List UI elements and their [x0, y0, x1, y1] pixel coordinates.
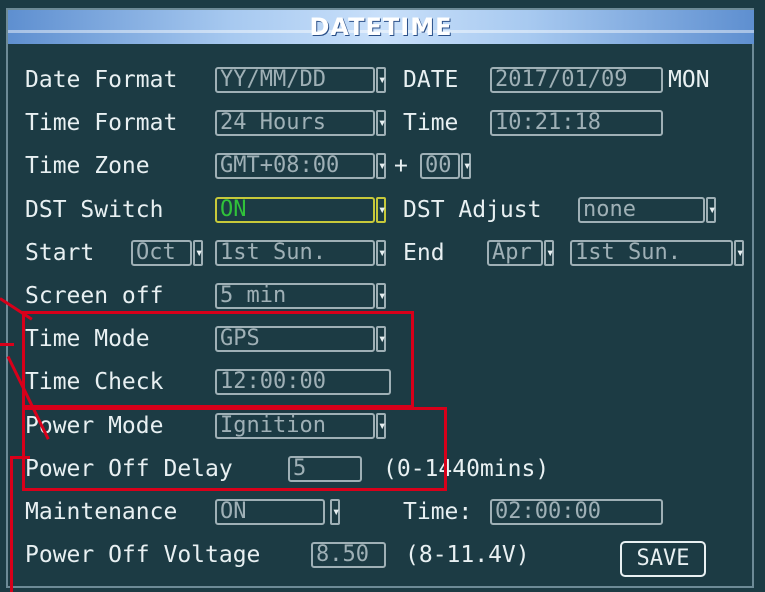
date-label: DATE — [403, 67, 459, 93]
time-field[interactable]: 10:21:18 — [490, 110, 663, 136]
maintenance-dropdown-arrow-icon[interactable]: ▾ — [330, 499, 340, 525]
dst-start-month-select[interactable]: Oct — [131, 240, 192, 266]
dst-adjust-dropdown-arrow-icon[interactable]: ▾ — [706, 197, 716, 223]
time-zone-dropdown-arrow-icon[interactable]: ▾ — [376, 153, 386, 179]
time-format-select[interactable]: 24 Hours — [215, 110, 375, 136]
annotation-box-time-settings — [22, 311, 414, 408]
date-field[interactable]: 2017/01/09 — [490, 67, 663, 93]
screen-off-select[interactable]: 5 min — [215, 283, 375, 309]
dst-end-week-dropdown-arrow-icon[interactable]: ▾ — [734, 240, 744, 266]
dst-end-label: End — [403, 240, 445, 266]
maintenance-select[interactable]: ON — [215, 499, 325, 525]
dst-start-label: Start — [25, 240, 95, 266]
annotation-line-left-lower — [10, 456, 30, 459]
save-button[interactable]: SAVE — [620, 541, 706, 577]
dvr-datetime-screen: DATETIME Date Format YY/MM/DD ▾ DATE 201… — [0, 0, 765, 592]
maintenance-label: Maintenance — [25, 499, 178, 525]
time-format-dropdown-arrow-icon[interactable]: ▾ — [376, 110, 386, 136]
dst-end-month-dropdown-arrow-icon[interactable]: ▾ — [544, 240, 554, 266]
time-zone-select[interactable]: GMT+08:00 — [215, 153, 375, 179]
screen-off-dropdown-arrow-icon[interactable]: ▾ — [376, 283, 386, 309]
annotation-line-left-upper — [0, 343, 14, 346]
date-format-label: Date Format — [25, 67, 178, 93]
dst-adjust-label: DST Adjust — [403, 197, 542, 223]
annotation-line-left-vertical — [10, 456, 13, 592]
page-title: DATETIME — [309, 13, 453, 41]
time-zone-label: Time Zone — [25, 153, 150, 179]
dst-switch-select[interactable]: ON — [215, 197, 375, 223]
time-format-label: Time Format — [25, 110, 178, 136]
weekday-label: MON — [668, 67, 710, 93]
time-zone-plus-sign: + — [394, 153, 408, 179]
dst-end-week-select[interactable]: 1st Sun. — [570, 240, 733, 266]
maintenance-time-field[interactable]: 02:00:00 — [490, 499, 663, 525]
time-label: Time — [403, 110, 459, 136]
maintenance-time-label: Time: — [403, 499, 473, 525]
dst-switch-label: DST Switch — [25, 197, 164, 223]
time-zone-minutes-select[interactable]: 00 — [420, 153, 460, 179]
screen-off-label: Screen off — [25, 283, 164, 309]
power-off-voltage-field[interactable]: 8.50 — [311, 542, 386, 568]
dst-adjust-select[interactable]: none — [578, 197, 705, 223]
date-format-dropdown-arrow-icon[interactable]: ▾ — [376, 67, 386, 93]
power-off-voltage-range: (8-11.4V) — [405, 542, 530, 568]
annotation-box-power-settings — [22, 407, 447, 491]
time-zone-minutes-dropdown-arrow-icon[interactable]: ▾ — [461, 153, 471, 179]
dst-end-month-select[interactable]: Apr — [487, 240, 543, 266]
dst-start-month-dropdown-arrow-icon[interactable]: ▾ — [193, 240, 203, 266]
dst-switch-dropdown-arrow-icon[interactable]: ▾ — [376, 197, 386, 223]
dst-start-week-select[interactable]: 1st Sun. — [215, 240, 375, 266]
title-bar: DATETIME — [8, 10, 754, 44]
power-off-voltage-label: Power Off Voltage — [25, 542, 261, 568]
date-format-select[interactable]: YY/MM/DD — [215, 67, 375, 93]
dst-start-week-dropdown-arrow-icon[interactable]: ▾ — [376, 240, 386, 266]
